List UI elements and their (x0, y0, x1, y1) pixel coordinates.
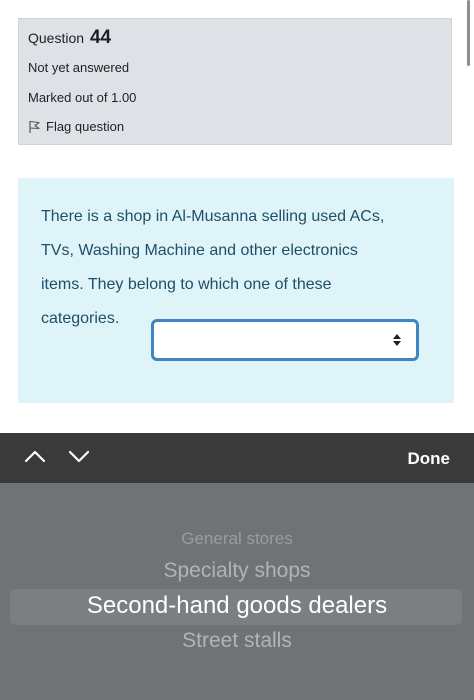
flag-outline-icon (29, 120, 40, 133)
question-text-line-1: There is a shop in Al-Musanna selling us… (41, 208, 385, 225)
keyboard-accessory-toolbar: Done (0, 433, 474, 483)
picker-option[interactable]: Street stalls (0, 629, 474, 653)
question-label: Question (28, 30, 85, 46)
page-scrollbar[interactable] (467, 0, 470, 66)
question-state: Not yet answered (28, 60, 130, 75)
picker-option[interactable]: Specialty shops (0, 559, 474, 583)
question-heading: Question 44 (28, 27, 111, 49)
chevron-down-icon[interactable] (68, 449, 90, 463)
sort-arrows-icon (393, 334, 401, 346)
flag-question-label: Flag question (46, 119, 125, 134)
question-number: 44 (89, 27, 112, 48)
picker-option-highlighted[interactable]: Second-hand goods dealers (0, 592, 474, 620)
question-grade: Marked out of 1.00 (28, 90, 137, 105)
question-text-panel: There is a shop in Al-Musanna selling us… (18, 178, 454, 403)
question-text-line-3: items. They belong to which one of these (41, 276, 332, 293)
chevron-up-icon[interactable] (24, 449, 46, 463)
question-text: There is a shop in Al-Musanna selling us… (41, 200, 441, 361)
picker-option[interactable]: General stores (0, 529, 474, 549)
answer-select[interactable] (151, 319, 419, 361)
question-text-line-4: categories. (41, 310, 120, 327)
flag-question-link[interactable]: Flag question (28, 119, 124, 134)
question-info-panel: Question 44 Not yet answered Marked out … (18, 18, 452, 145)
done-button[interactable]: Done (408, 449, 451, 469)
question-text-line-2: TVs, Washing Machine and other electroni… (41, 242, 358, 259)
option-picker-wheel[interactable]: General stores Specialty shops Second-ha… (0, 483, 474, 700)
